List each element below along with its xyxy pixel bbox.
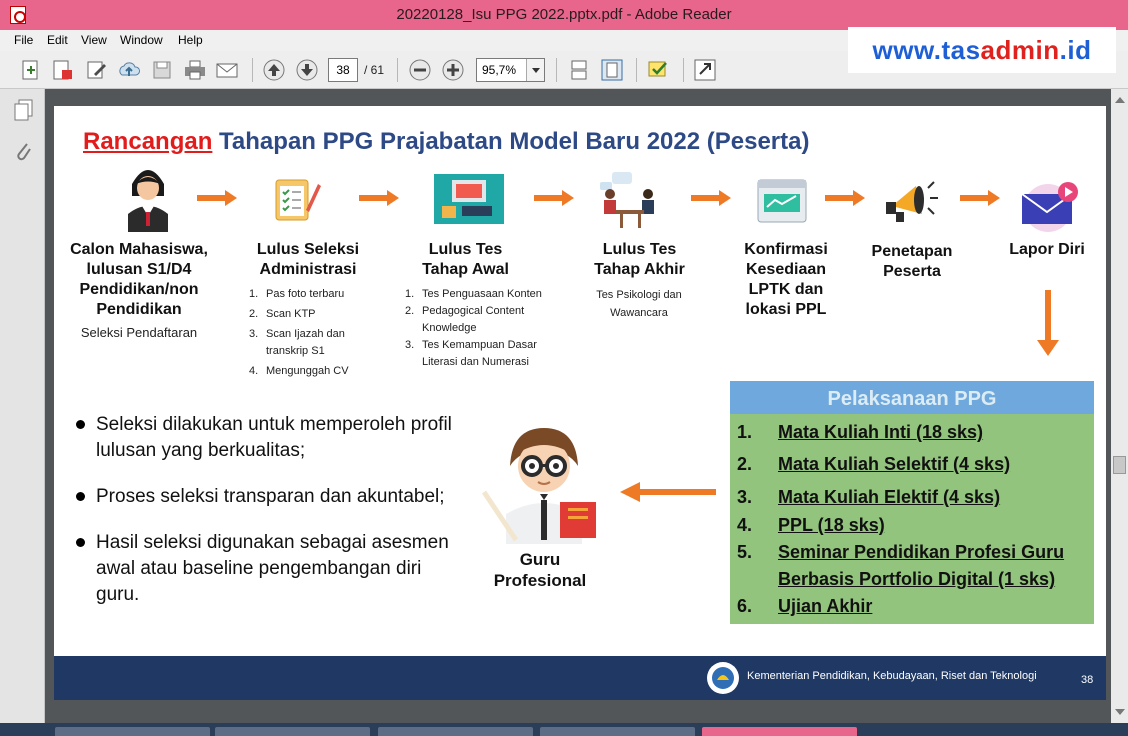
zoom-select[interactable]: 95,7% — [476, 58, 545, 82]
step-title: Lulus Tes Tahap Awal — [422, 241, 509, 278]
step-title: Calon Mahasiswa, lulusan S1/D4 Pendidika… — [70, 241, 208, 318]
bullet-item: Hasil seleksi digunakan sebagai asesmen … — [76, 530, 456, 608]
taskbar-item[interactable] — [540, 727, 695, 736]
ppg-heading: Pelaksanaan PPG — [730, 381, 1094, 414]
step-list: 1. Tes Penguasaan Konten 2. Pedagogical Co… — [405, 286, 555, 371]
bullet-item: Seleksi dilakukan untuk memperoleh profi… — [76, 412, 456, 464]
save-icon[interactable] — [149, 58, 175, 82]
window-title: 20220128_Isu PPG 2022.pptx.pdf - Adobe R… — [396, 6, 732, 23]
watermark: www.tasadmin.id — [848, 27, 1116, 73]
arrow-down-icon — [1037, 290, 1059, 356]
step-title: Lulus Tes Tahap Akhir — [594, 241, 685, 278]
scroll-mode-icon[interactable] — [566, 58, 592, 82]
step-note: Tes Psikologi dan Wawancara — [596, 289, 682, 319]
menu-edit[interactable]: Edit — [47, 33, 68, 47]
arrow-right-icon — [691, 190, 731, 206]
fit-page-icon[interactable] — [599, 58, 625, 82]
comment-icon[interactable] — [645, 58, 671, 82]
open-file-icon[interactable] — [18, 58, 44, 82]
taskbar-item[interactable] — [55, 727, 210, 736]
slide-page-number: 38 — [1081, 674, 1094, 686]
list-item: 4. Mengunggah CV — [249, 365, 349, 377]
attachment-icon[interactable] — [14, 141, 34, 165]
slide-title: Rancangan Tahapan PPG Prajabatan Model B… — [83, 128, 810, 155]
menu-file[interactable]: File — [14, 33, 33, 47]
step-title: Lapor Diri — [1009, 241, 1085, 258]
scroll-thumb[interactable] — [1113, 456, 1126, 474]
ministry-name: Kementerian Pendidikan, Kebudayaan, Rise… — [747, 670, 1037, 682]
list-item: 2. Pedagogical Content Knowledge — [405, 305, 525, 334]
arrow-right-icon — [534, 190, 574, 206]
step-title: Lulus Seleksi Administrasi — [256, 241, 360, 278]
bullet-list: Seleksi dilakukan untuk memperoleh profi… — [76, 412, 456, 628]
arrow-right-icon — [960, 190, 1000, 206]
pages-panel-icon[interactable] — [14, 99, 34, 121]
computer-test-icon — [434, 174, 504, 224]
taskbar — [0, 723, 1128, 736]
list-item: 1. Pas foto terbaru — [249, 288, 345, 300]
email-icon[interactable] — [214, 58, 240, 82]
checklist-icon — [275, 179, 321, 221]
step-title: Konfirmasi Kesediaan LPTK dan lokasi PPL — [744, 241, 828, 318]
arrow-left-icon — [620, 482, 716, 502]
page-number-input[interactable]: 38 — [328, 58, 358, 82]
taskbar-item[interactable] — [215, 727, 370, 736]
menu-view[interactable]: View — [81, 33, 107, 47]
menu-help[interactable]: Help — [178, 33, 203, 47]
list-item: 3. Tes Kemampuan Dasar Literasi dan Numer… — [405, 339, 537, 368]
create-pdf-icon[interactable] — [50, 58, 76, 82]
envelope-report-icon — [1021, 182, 1078, 232]
chevron-down-icon[interactable] — [526, 59, 544, 81]
step-title: Penetapan Peserta — [871, 243, 953, 280]
step-subtitle: Seleksi Pendaftaran — [80, 325, 198, 340]
arrow-right-icon — [197, 190, 237, 206]
teacher-icon — [482, 428, 596, 544]
scroll-down-icon[interactable] — [1115, 709, 1125, 715]
title-bar: 20220128_Isu PPG 2022.pptx.pdf - Adobe R… — [0, 0, 1128, 30]
confirmation-document-icon — [757, 179, 807, 223]
list-item: 2. Scan KTP — [249, 308, 316, 320]
megaphone-icon — [886, 181, 938, 222]
vertical-scrollbar[interactable] — [1111, 89, 1128, 723]
zoom-out-icon[interactable] — [407, 58, 433, 82]
student-woman-icon — [128, 170, 168, 232]
guru-profesional-label: Guru Profesional — [493, 550, 587, 590]
ppg-box: Pelaksanaan PPG 1. Mata Kuliah Inti (18 s… — [730, 381, 1094, 624]
taskbar-item-active[interactable] — [702, 727, 857, 736]
interview-icon — [600, 172, 654, 228]
scroll-up-icon[interactable] — [1115, 97, 1125, 103]
list-item: 3. Scan Ijazah dan transkrip S1 — [249, 328, 345, 357]
ministry-logo-icon — [707, 662, 739, 694]
page-total: / 61 — [364, 63, 385, 77]
previous-page-icon[interactable] — [261, 58, 287, 82]
pdf-page: Rancangan Tahapan PPG Prajabatan Model B… — [54, 106, 1106, 700]
upload-cloud-icon[interactable] — [116, 58, 142, 82]
step-list: 1. Pas foto terbaru 2. Scan KTP 3. Scan Ija… — [249, 286, 379, 380]
menu-window[interactable]: Window — [120, 33, 163, 47]
zoom-in-icon[interactable] — [440, 58, 466, 82]
navigation-panel — [0, 89, 45, 723]
arrow-right-icon — [825, 190, 865, 206]
arrow-right-icon — [359, 190, 399, 206]
taskbar-item[interactable] — [378, 727, 533, 736]
list-item: 1. Tes Penguasaan Konten — [405, 288, 542, 300]
print-icon[interactable] — [182, 58, 208, 82]
sign-icon[interactable] — [84, 58, 110, 82]
zoom-value: 95,7% — [482, 63, 517, 77]
bullet-item: Proses seleksi transparan dan akuntabel; — [76, 484, 456, 510]
slide-footer: Kementerian Pendidikan, Kebudayaan, Rise… — [54, 656, 1106, 700]
full-screen-icon[interactable] — [692, 58, 718, 82]
next-page-icon[interactable] — [294, 58, 320, 82]
